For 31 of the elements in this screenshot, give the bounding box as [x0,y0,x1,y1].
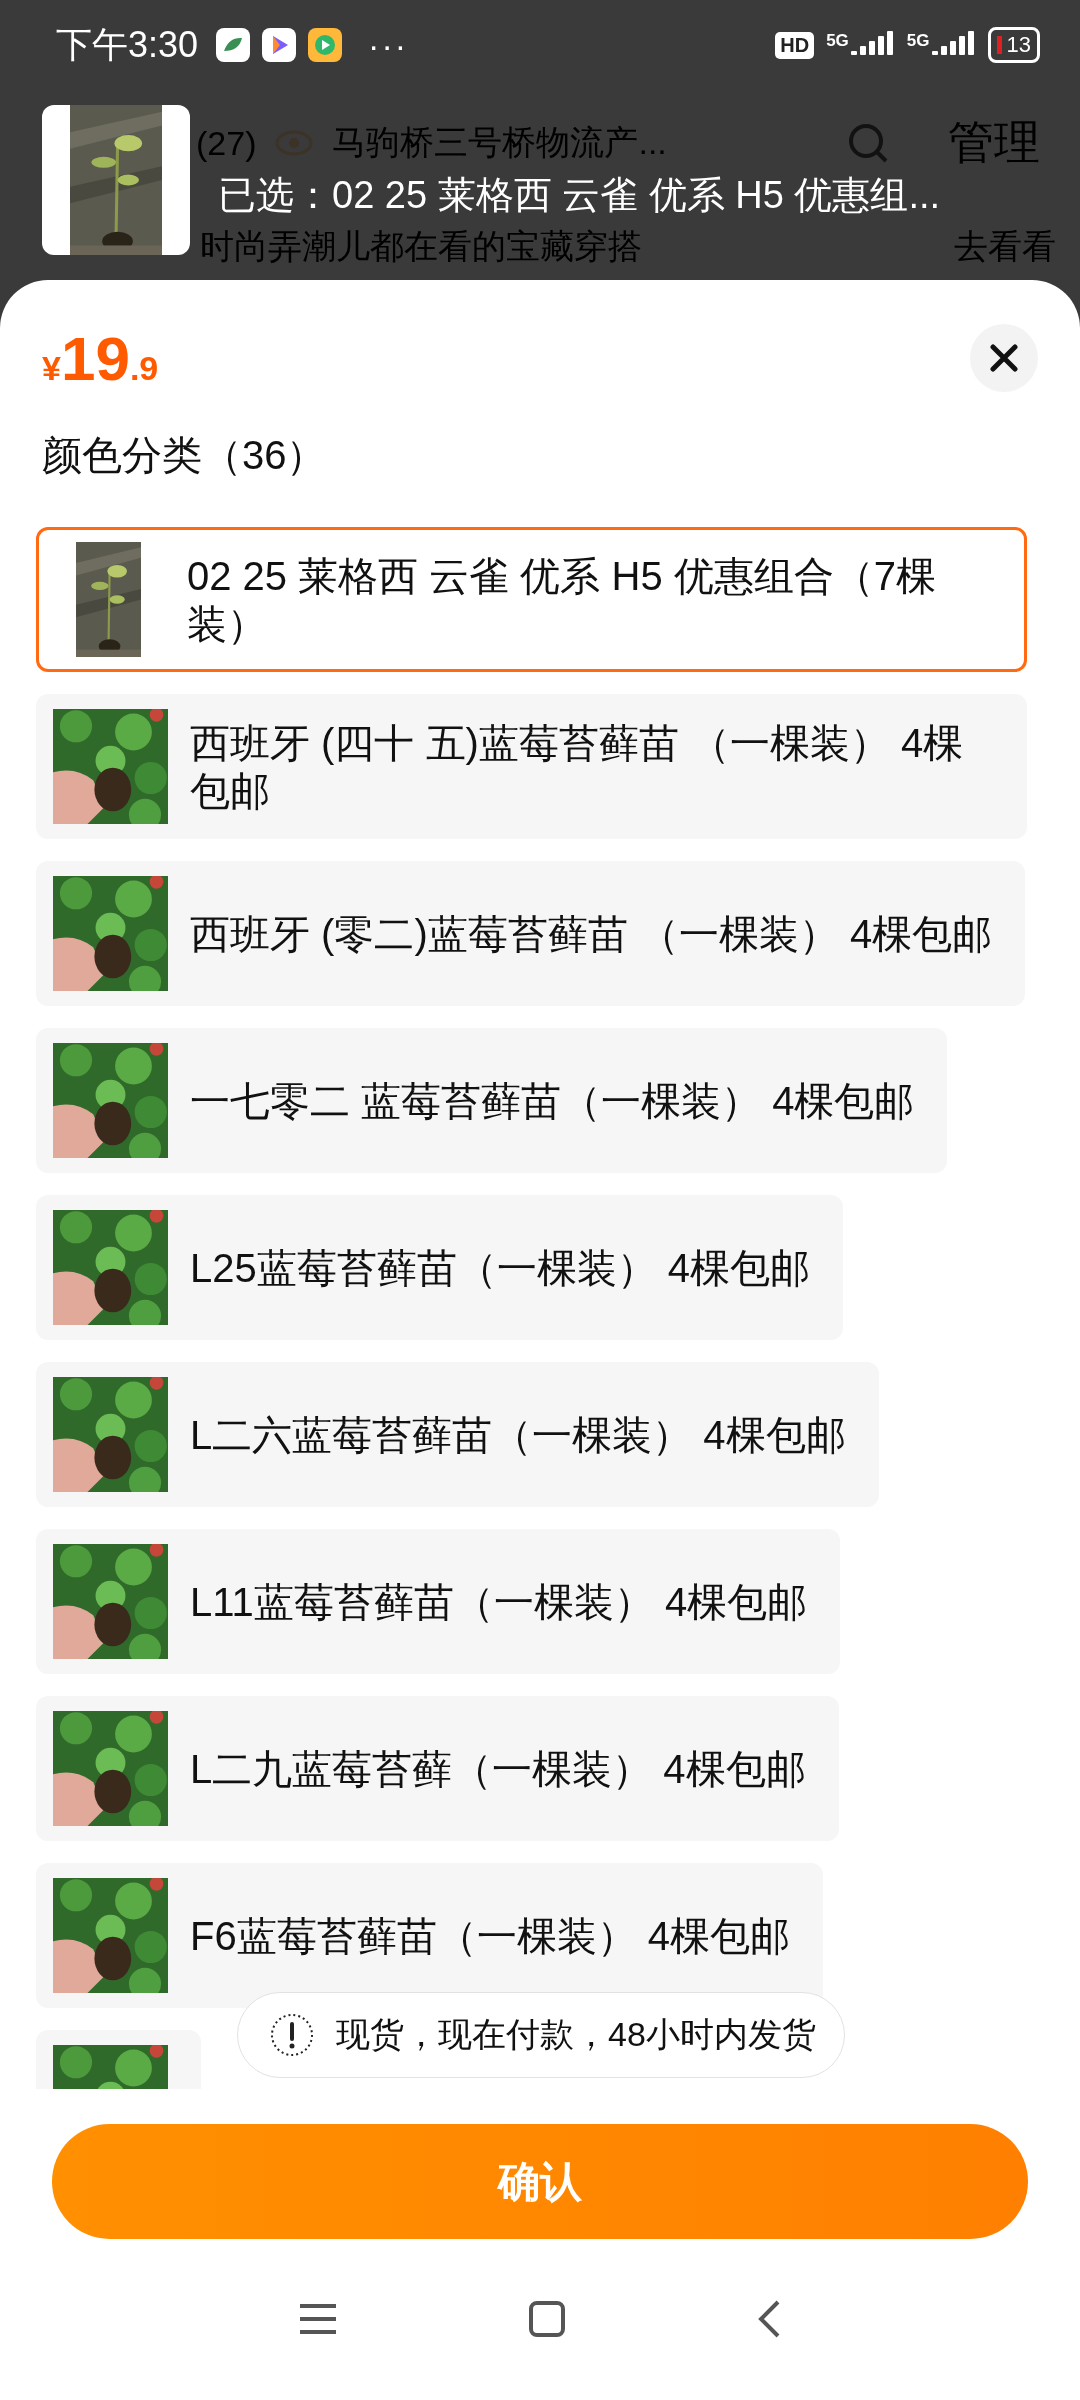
menu-icon[interactable] [298,2302,338,2336]
home-icon[interactable] [528,2300,566,2338]
option-chip[interactable]: 西班牙 (四十 五)蓝莓苔藓苗 （一棵装） 4棵包邮 [36,694,1027,839]
section-title: 颜色分类（36） [42,432,328,479]
back-icon[interactable] [756,2299,782,2339]
network-label: 5G [826,31,849,51]
more-indicator: ··· [368,25,409,65]
selected-summary: 已选：02 25 莱格西 云雀 优系 H5 优惠组... [218,172,941,218]
count-label: (27) [196,123,257,163]
promo-text: 时尚弄潮儿都在看的宝藏穿搭 [200,226,642,266]
play-app-icon [262,28,297,62]
option-chip[interactable]: L11蓝莓苔藓苗（一棵装） 4棵包邮 [36,1529,841,1674]
address-text: 马驹桥三号桥物流产... [332,122,667,163]
option-chip[interactable]: L二九蓝莓苔藓（一棵装） 4棵包邮 [36,1696,839,1841]
hd-badge: HD [775,31,815,59]
option-chip[interactable]: 02 25 莱格西 云雀 优系 H5 优惠组合（7棵装） [36,527,1027,672]
play-app-icon [308,28,343,62]
search-icon [846,121,890,165]
option-chip[interactable]: 西班牙 (零二)蓝莓苔藓苗 （一棵装） 4棵包邮 [36,861,1026,1006]
close-icon [989,343,1019,373]
exclamation-icon [270,2013,314,2057]
option-chip[interactable]: L25蓝莓苔藓苗（一棵装） 4棵包邮 [36,1195,844,1340]
toast: 现货，现在付款，48小时内发货 [237,1992,845,2078]
clock: 下午3:30 [56,22,199,67]
price: ¥19.9 [42,322,159,394]
option-chip[interactable]: 一七零二 蓝莓苔藓苗（一棵装） 4棵包邮 [36,1028,948,1173]
network-label: 5G [906,31,930,51]
option-chip[interactable]: F6蓝莓苔藓苗（一棵装） 4棵包邮 [36,1863,824,2008]
battery-indicator: 13 [987,27,1040,63]
leaf-app-icon [216,28,251,62]
option-chip[interactable]: L二六蓝莓苔藓苗（一棵装） 4棵包邮 [36,1362,879,1507]
